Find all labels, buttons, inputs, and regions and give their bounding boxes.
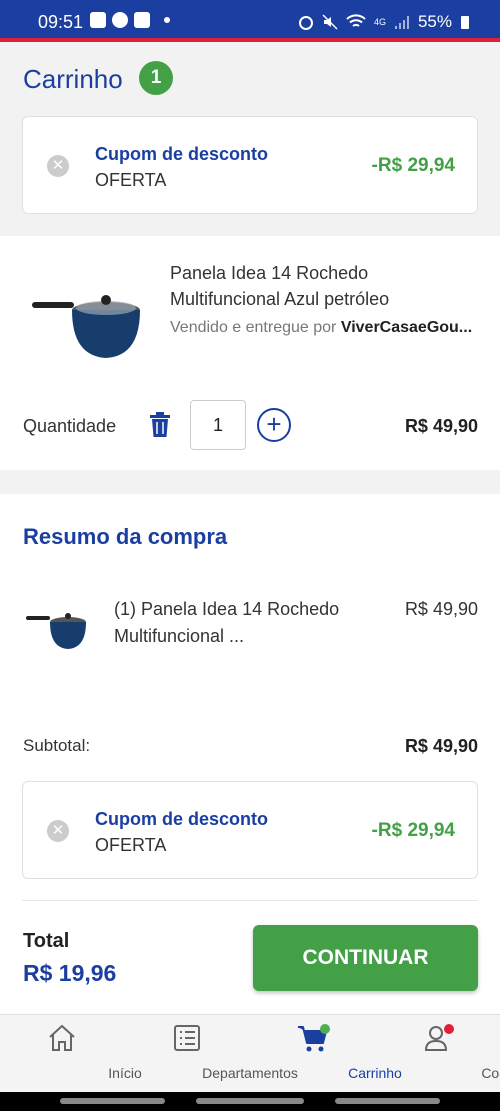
- continue-button[interactable]: CONTINUAR: [253, 925, 478, 991]
- notification-icons: [90, 12, 170, 28]
- more-notifications-icon: [164, 17, 170, 23]
- back-button[interactable]: [335, 1098, 440, 1104]
- subtotal-label: Subtotal:: [23, 736, 91, 755]
- coupon-card: ✕ Cupom de desconto OFERTA -R$ 29,94: [22, 116, 478, 214]
- wifi-icon: [346, 14, 366, 27]
- nav-item-carrinho[interactable]: Carrinho: [250, 1015, 402, 1093]
- nav-item-inicio[interactable]: Início: [0, 1015, 142, 1093]
- product-image[interactable]: [28, 284, 146, 364]
- account-notification-dot: [444, 1024, 454, 1034]
- home-button[interactable]: [196, 1098, 304, 1104]
- recents-button[interactable]: [60, 1098, 165, 1104]
- divider: [22, 900, 478, 901]
- bottom-navigation: Início Departamentos Carrinho Conta: [0, 1014, 500, 1092]
- cart-count-badge: 1: [139, 61, 173, 95]
- home-icon: [49, 1024, 75, 1051]
- seller-name[interactable]: ViverCasaeGou...: [341, 319, 472, 336]
- subtotal-value: R$ 49,90: [404, 736, 478, 756]
- quantity-label: Quantidade: [23, 416, 117, 436]
- increase-quantity-button[interactable]: +: [257, 408, 291, 442]
- product-price: R$ 49,90: [404, 416, 478, 436]
- summary-product-image: [26, 613, 86, 649]
- cart-item: Panela Idea 14 Rochedo Multifuncional Az…: [0, 236, 500, 470]
- status-time: 09:51: [38, 12, 84, 32]
- summary-coupon-discount: -R$ 29,94: [371, 820, 455, 841]
- summary-title: Resumo da compra: [23, 524, 228, 549]
- cart-notification-dot: [320, 1024, 330, 1034]
- remove-summary-coupon-button[interactable]: ✕: [47, 820, 69, 842]
- whatsapp-icon: [112, 12, 128, 28]
- status-bar: 09:51 4G 55%: [0, 0, 500, 38]
- total-value: R$ 19,96: [23, 960, 117, 986]
- nav-item-conta[interactable]: Conta: [375, 1015, 500, 1093]
- total-label: Total: [23, 930, 70, 952]
- seller-prefix: Vendido e entregue por: [170, 319, 341, 336]
- purchase-summary: Resumo da compra (1) Panela Idea 14 Roch…: [0, 494, 500, 1014]
- nav-item-departamentos[interactable]: Departamentos: [125, 1015, 298, 1093]
- app-logo-icon: [134, 12, 150, 28]
- product-name[interactable]: Panela Idea 14 Rochedo Multifuncional Az…: [170, 260, 480, 312]
- summary-item-price: R$ 49,90: [404, 599, 478, 619]
- app-notification-icon: [90, 12, 106, 28]
- trash-icon[interactable]: [148, 412, 172, 438]
- page-title: Carrinho: [23, 64, 123, 94]
- battery-icon: [461, 16, 469, 29]
- system-navigation-bar: [0, 1092, 500, 1111]
- nav-label-conta: Conta: [481, 1065, 500, 1081]
- product-seller: Vendido e entregue por ViverCasaeGou...: [170, 319, 480, 337]
- summary-item-name: (1) Panela Idea 14 Rochedo Multifunciona…: [114, 599, 340, 646]
- coupon-code: OFERTA: [95, 170, 167, 190]
- network-type: 4G: [373, 17, 386, 27]
- coupon-discount: -R$ 29,94: [371, 155, 455, 176]
- coupon-title: Cupom de desconto: [95, 144, 269, 164]
- mute-icon: [322, 14, 338, 30]
- system-icons: 4G 55%: [298, 12, 470, 32]
- signal-icon: [394, 16, 409, 29]
- cart-header: Carrinho 1: [0, 42, 500, 112]
- quantity-input[interactable]: 1: [190, 400, 246, 450]
- remove-coupon-button[interactable]: ✕: [47, 155, 69, 177]
- list-icon: [174, 1025, 200, 1051]
- battery-level: 55%: [417, 12, 452, 31]
- summary-coupon-code: OFERTA: [95, 835, 167, 855]
- summary-coupon-card: ✕ Cupom de desconto OFERTA -R$ 29,94: [22, 781, 478, 879]
- summary-coupon-title: Cupom de desconto: [95, 809, 269, 829]
- alarm-icon: [298, 16, 313, 30]
